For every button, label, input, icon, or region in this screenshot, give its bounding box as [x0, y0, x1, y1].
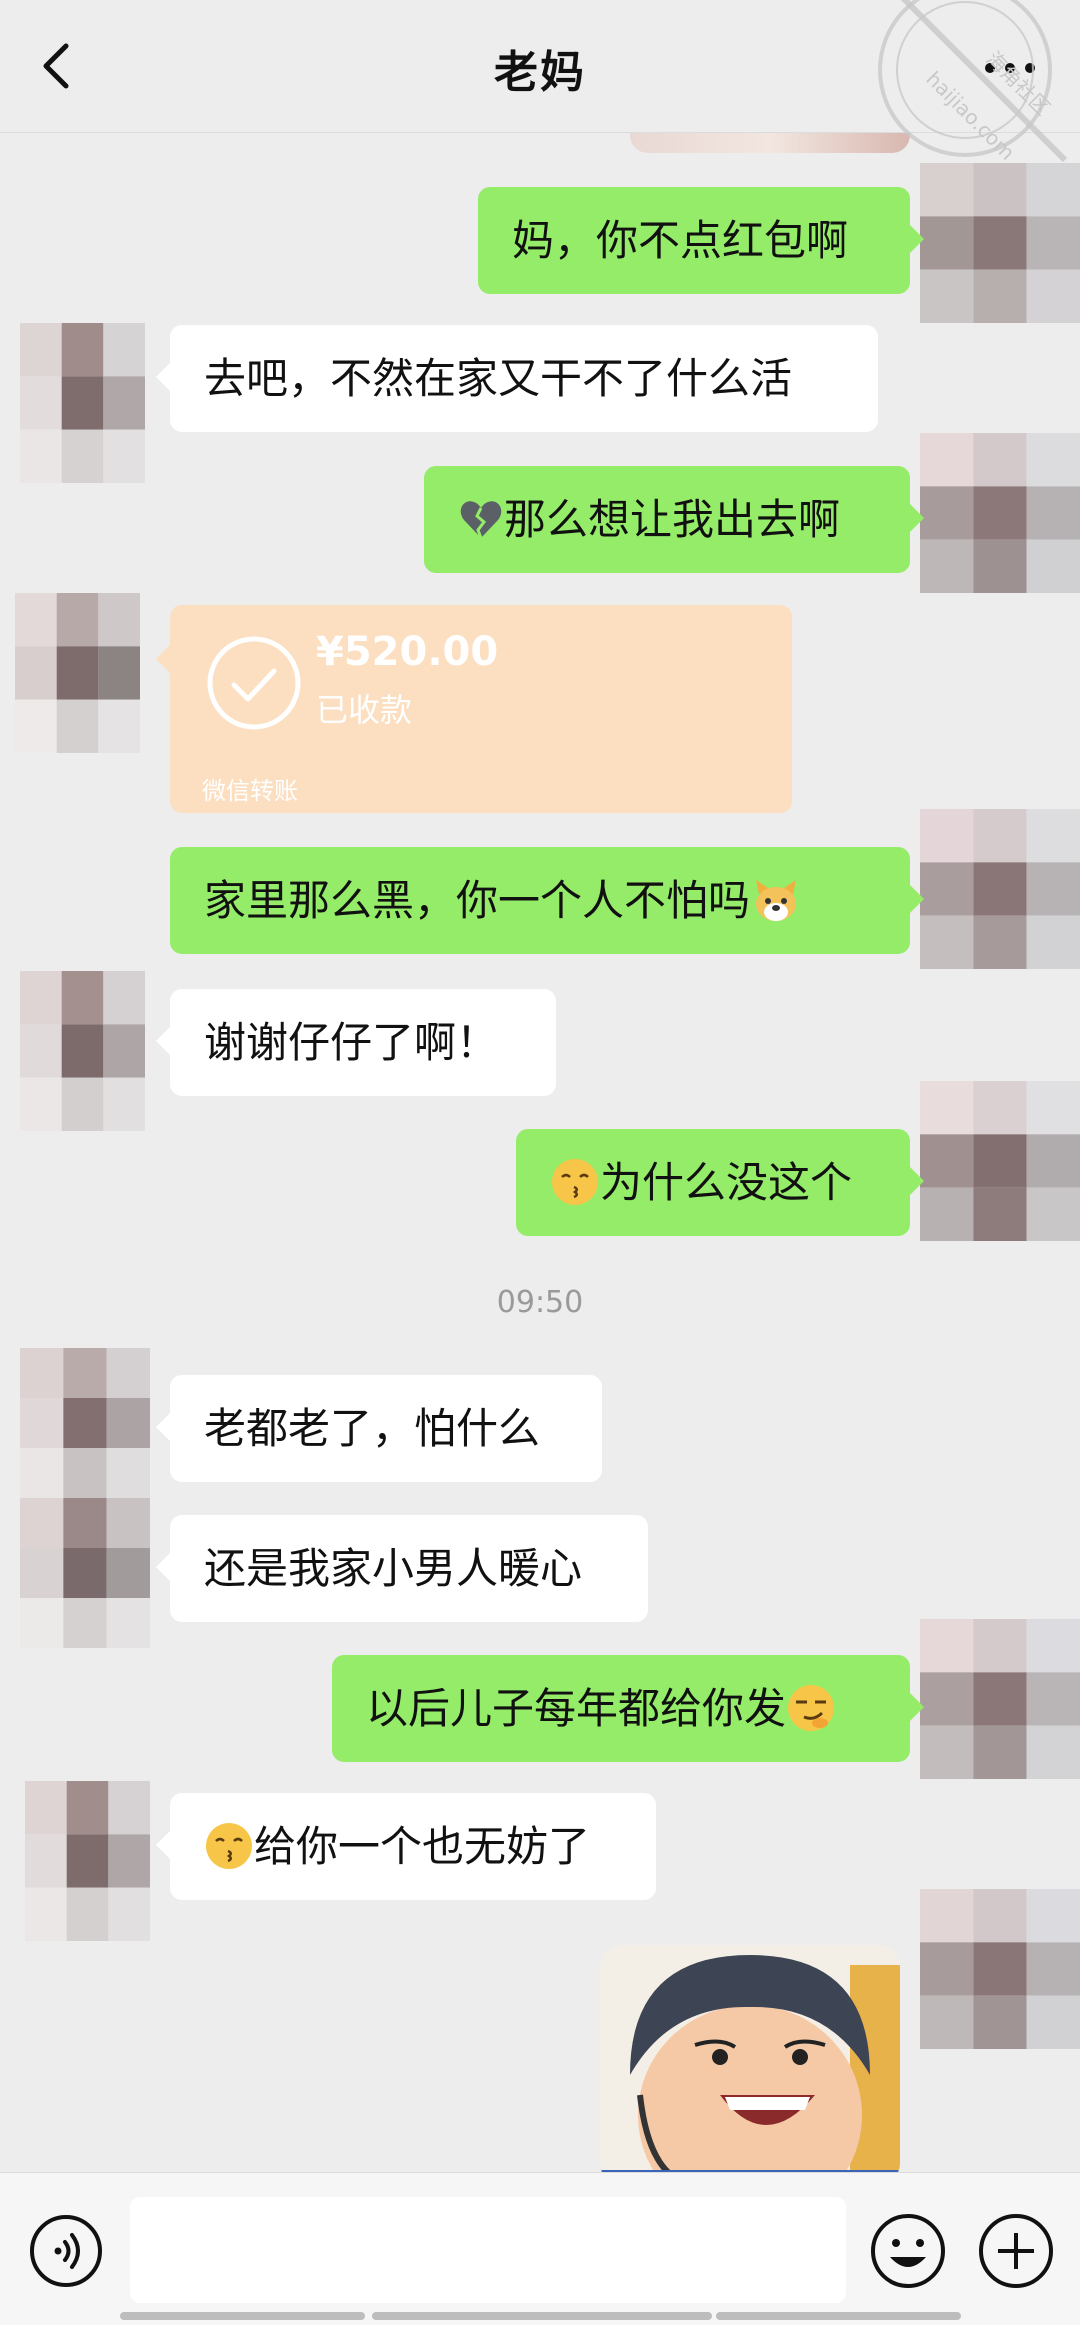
message-text: 以后儿子每年都给你发: [366, 1684, 787, 1733]
message-input[interactable]: [130, 2197, 846, 2303]
chat-message-list[interactable]: 妈，你不点红包啊 去吧，不然在家又干不了什么活 那么想让我出去啊 ¥520.00…: [0, 133, 1080, 2173]
timestamp: 09:50: [496, 1285, 584, 1320]
contact-avatar[interactable]: [20, 971, 145, 1131]
self-avatar[interactable]: [920, 1619, 1080, 1779]
message-text: 妈，你不点红包啊: [512, 216, 849, 265]
self-avatar[interactable]: [920, 1081, 1080, 1241]
home-indicator: [120, 2312, 365, 2320]
emoji-icon: [871, 2214, 945, 2288]
message-bubble-incoming[interactable]: 谢谢仔仔了啊！: [156, 989, 556, 1096]
kissing-face-emoji-icon: [552, 1158, 598, 1205]
check-circle-icon: [207, 636, 301, 730]
home-indicator: [716, 2312, 961, 2320]
self-avatar[interactable]: [920, 1889, 1080, 2049]
message-bubble-incoming[interactable]: 老都老了，怕什么: [156, 1375, 602, 1482]
message-bubble-incoming[interactable]: 去吧，不然在家又干不了什么活: [156, 325, 878, 432]
voice-button[interactable]: [28, 2213, 104, 2289]
message-text: 家里那么黑，你一个人不怕吗: [204, 876, 751, 925]
home-indicator: [372, 2312, 712, 2320]
message-bubble-outgoing[interactable]: 那么想让我出去啊: [424, 466, 924, 573]
contact-avatar[interactable]: [15, 593, 140, 753]
message-text: 去吧，不然在家又干不了什么活: [204, 354, 793, 403]
watermark-logo: 海角社区 haijiao.com: [855, 0, 1080, 190]
message-text: 那么想让我出去啊: [504, 495, 841, 544]
message-text: 为什么没这个: [600, 1158, 853, 1207]
transfer-source: 微信转账: [202, 777, 298, 805]
message-bubble-incoming[interactable]: 给你一个也无妨了: [156, 1793, 656, 1900]
kissing-face-emoji-icon: [206, 1822, 252, 1869]
transfer-card[interactable]: ¥520.00 已收款 微信转账: [156, 605, 792, 813]
input-bar: [0, 2172, 1080, 2325]
message-bubble-outgoing[interactable]: 妈，你不点红包啊: [478, 187, 924, 294]
message-bubble-outgoing[interactable]: 家里那么黑，你一个人不怕吗: [170, 847, 924, 954]
message-text: 谢谢仔仔了啊！: [204, 1018, 499, 1067]
dog-face-emoji-icon: [756, 879, 797, 921]
contact-avatar[interactable]: [20, 323, 145, 483]
plus-icon: [979, 2214, 1053, 2288]
transfer-status: 已收款: [316, 691, 413, 729]
message-text: 老都老了，怕什么: [204, 1404, 541, 1453]
transfer-amount: ¥520.00: [316, 629, 499, 675]
self-avatar[interactable]: [920, 433, 1080, 593]
contact-avatar[interactable]: [25, 1781, 150, 1941]
self-avatar[interactable]: [920, 809, 1080, 969]
sticker-image[interactable]: [600, 1945, 900, 2173]
emoji-button[interactable]: [868, 2211, 948, 2291]
message-bubble-outgoing[interactable]: 为什么没这个: [516, 1129, 924, 1236]
message-text: 给你一个也无妨了: [254, 1822, 591, 1871]
message-bubble-incoming[interactable]: 还是我家小男人暖心: [156, 1515, 648, 1622]
plus-button[interactable]: [976, 2211, 1056, 2291]
broken-heart-emoji-icon: [460, 500, 502, 539]
smirk-face-emoji-icon: [788, 1684, 835, 1731]
contact-avatar[interactable]: [20, 1348, 150, 1648]
message-text: 还是我家小男人暖心: [204, 1544, 583, 1593]
voice-icon: [30, 2215, 102, 2287]
message-bubble-outgoing[interactable]: 以后儿子每年都给你发: [332, 1655, 924, 1762]
